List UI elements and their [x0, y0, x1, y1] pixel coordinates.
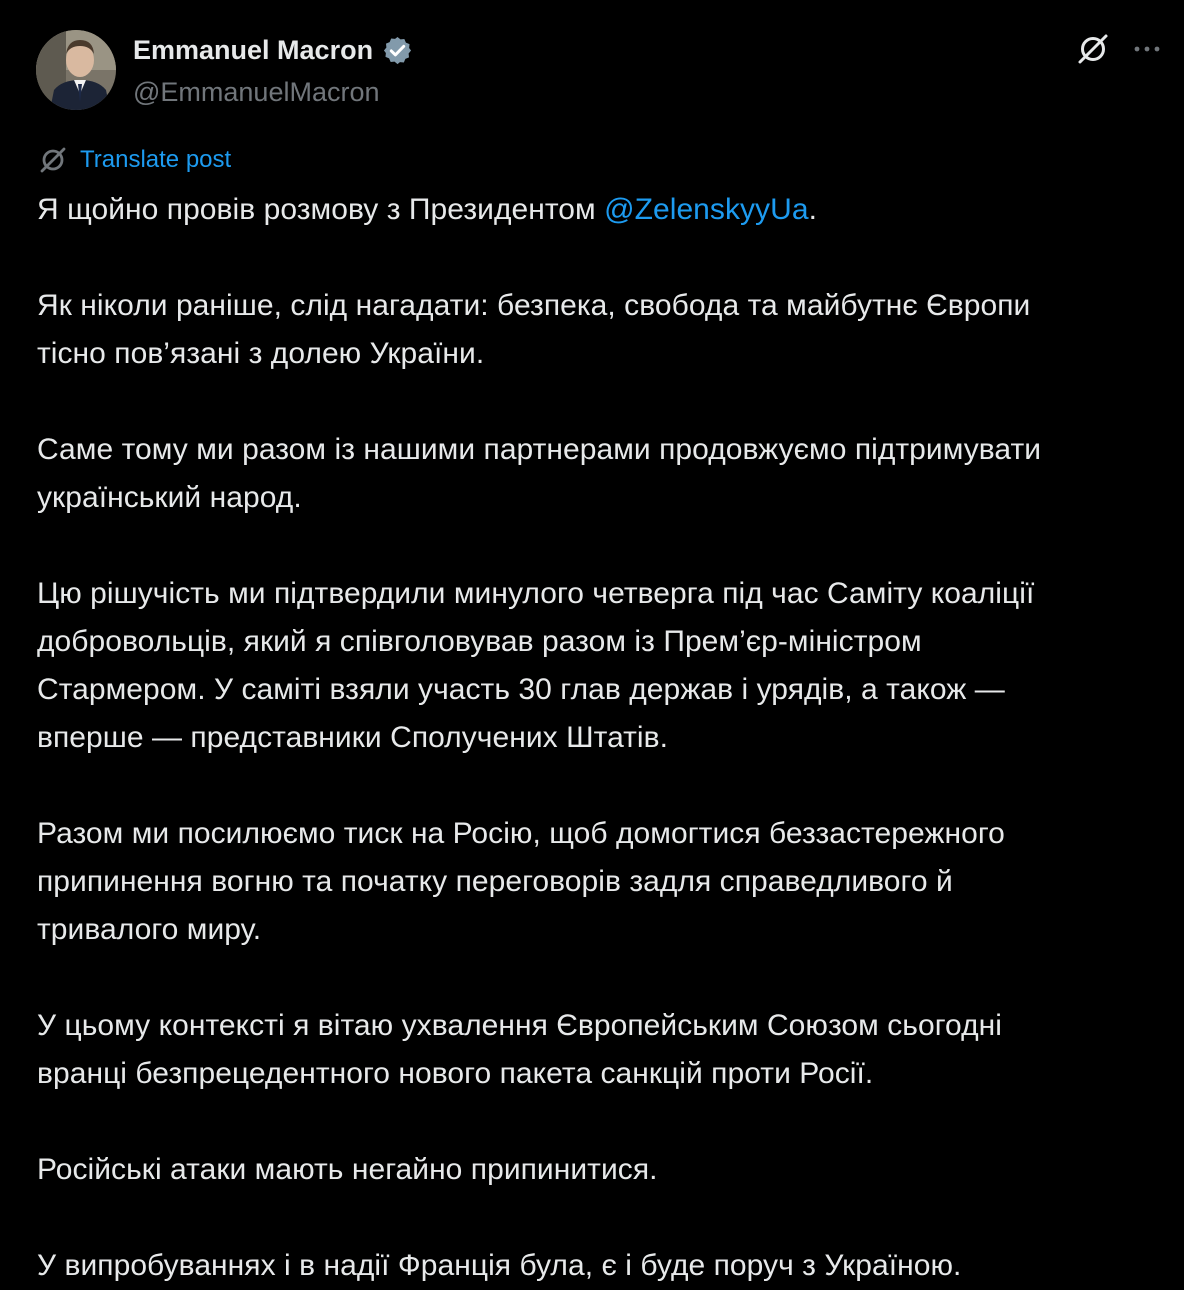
- post-text-segment: Я щойно провів розмову з Президентом: [37, 193, 605, 226]
- mention-link[interactable]: @ZelenskyyUa: [604, 193, 808, 226]
- post: Emmanuel Macron @EmmanuelMacron Translat…: [0, 0, 1184, 1287]
- post-line: добровольців, який я співголовував разом…: [37, 625, 922, 658]
- post-text-segment: .: [808, 193, 817, 226]
- post-line: український народ.: [37, 481, 302, 514]
- author-names: Emmanuel Macron @EmmanuelMacron: [133, 33, 413, 108]
- post-line: вранці безпрецедентного нового пакета са…: [37, 1057, 874, 1090]
- display-name[interactable]: Emmanuel Macron: [133, 33, 373, 67]
- translate-post-label: Translate post: [80, 146, 232, 173]
- post-line: вперше — представники Сполучених Штатів.: [37, 721, 669, 754]
- post-header: Emmanuel Macron @EmmanuelMacron: [36, 30, 1164, 110]
- post-line: Саме тому ми разом із нашими партнерами …: [37, 433, 1042, 466]
- avatar-photo: [36, 30, 116, 110]
- post-line: У цьому контексті я вітаю ухвалення Євро…: [37, 1009, 1002, 1042]
- post-line: Разом ми посилюємо тиск на Росію, щоб до…: [37, 817, 1005, 850]
- post-line: Стармером. У саміті взяли участь 30 глав…: [37, 673, 1005, 706]
- grok-translate-icon: [38, 145, 68, 175]
- post-line: Російські атаки мають негайно припинитис…: [37, 1153, 658, 1186]
- avatar[interactable]: [36, 30, 116, 110]
- verified-badge-icon[interactable]: [382, 35, 413, 66]
- post-line: Цю рішучість ми підтвердили минулого чет…: [37, 577, 1035, 610]
- post-paragraph-1: Я щойно провів розмову з Президентом @Ze…: [37, 186, 1172, 234]
- translate-post-link[interactable]: Translate post: [38, 144, 231, 176]
- post-line: У випробуваннях і в надії Франція була, …: [37, 1249, 962, 1282]
- post-line: Як ніколи раніше, слід нагадати: безпека…: [37, 289, 1031, 322]
- post-line: тісно пов’язані з долею України.: [37, 337, 485, 370]
- more-options-icon[interactable]: [1130, 32, 1164, 66]
- post-text: Я щойно провів розмову з Президентом @Ze…: [37, 186, 1172, 1290]
- post-line: тривалого миру.: [37, 913, 262, 946]
- handle[interactable]: @EmmanuelMacron: [133, 76, 413, 108]
- grok-icon[interactable]: [1076, 32, 1110, 66]
- header-actions: [1076, 32, 1164, 66]
- post-line: припинення вогню та початку переговорів …: [37, 865, 953, 898]
- name-row: Emmanuel Macron: [133, 33, 413, 67]
